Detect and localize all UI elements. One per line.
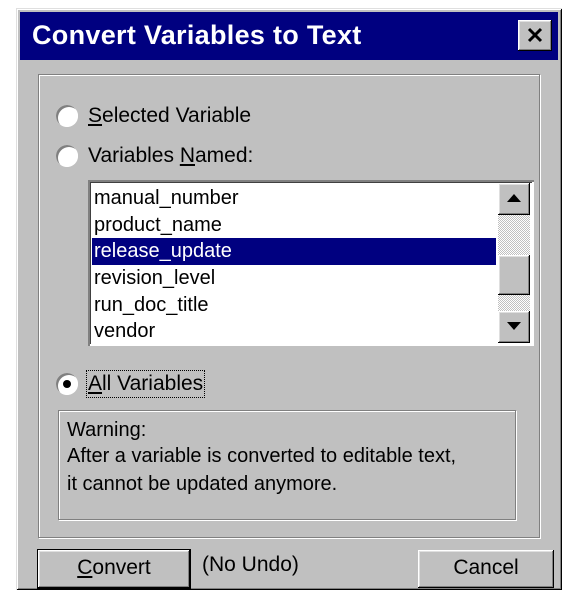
warning-text-line: it cannot be updated anymore. (67, 473, 338, 495)
arrow-down-icon (507, 322, 521, 330)
list-item[interactable]: revision_level (92, 265, 496, 292)
radio-circle[interactable] (56, 145, 78, 167)
close-button[interactable] (518, 20, 552, 51)
radio-all-variables[interactable]: All Variables (56, 370, 206, 398)
warning-text-line: After a variable is converted to editabl… (67, 445, 457, 467)
list-item-selected[interactable]: release_update (92, 238, 496, 266)
radio-label: All Variables (85, 370, 206, 398)
variables-listbox[interactable]: manual_number product_name release_updat… (88, 180, 534, 346)
cancel-button[interactable]: Cancel (418, 550, 554, 588)
radio-circle[interactable] (56, 373, 78, 395)
list-item[interactable]: run_doc_title (92, 292, 496, 319)
radio-variables-named[interactable]: Variables Named: (56, 144, 253, 168)
vertical-scrollbar[interactable] (498, 183, 530, 343)
radio-label: Variables Named: (88, 144, 254, 167)
radio-dot (63, 380, 71, 388)
scroll-up-button[interactable] (498, 183, 530, 215)
list-item[interactable]: vendor (92, 318, 496, 345)
warning-heading: Warning: (67, 419, 147, 441)
radio-selected-variable[interactable]: Selected Variable (56, 104, 251, 128)
arrow-up-icon (507, 194, 521, 202)
warning-box: Warning: After a variable is converted t… (58, 410, 516, 520)
dialog-title: Convert Variables to Text (32, 20, 362, 50)
close-icon (527, 27, 543, 43)
scroll-thumb[interactable] (498, 255, 530, 295)
convert-button[interactable]: Convert (38, 550, 190, 588)
radio-circle[interactable] (56, 105, 78, 127)
list-item[interactable]: product_name (92, 212, 496, 239)
no-undo-label: (No Undo) (202, 553, 299, 576)
list-item[interactable]: manual_number (92, 185, 496, 212)
scroll-down-button[interactable] (498, 311, 530, 343)
radio-label: Selected Variable (88, 104, 252, 127)
title-bar[interactable]: Convert Variables to Text (20, 12, 558, 60)
dialog-window: Convert Variables to Text Selected Varia… (16, 8, 562, 590)
list-items: manual_number product_name release_updat… (92, 185, 496, 345)
